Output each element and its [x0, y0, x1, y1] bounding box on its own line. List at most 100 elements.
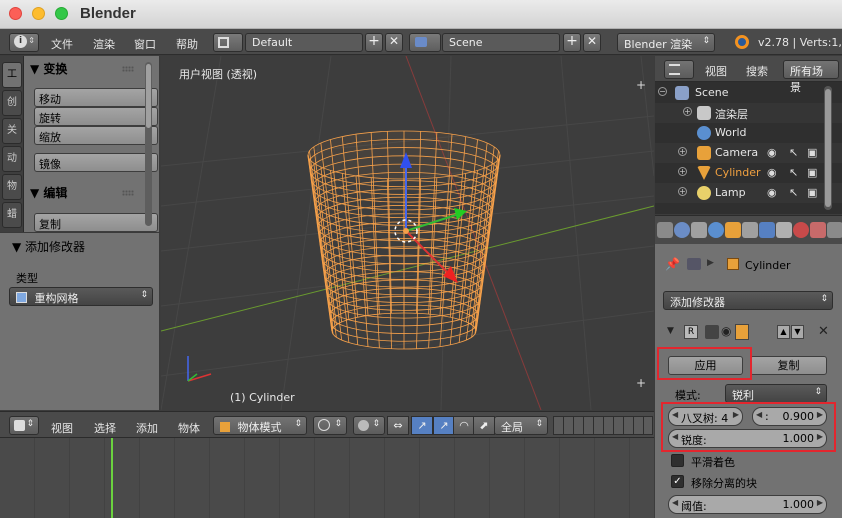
tab-animation[interactable]: 动 — [2, 146, 22, 172]
material-tab-icon[interactable] — [793, 222, 809, 238]
texture-tab-icon[interactable] — [810, 222, 826, 238]
outliner-menu-view[interactable]: 视图 — [705, 63, 727, 79]
toggle-region-plus-icon[interactable]: + — [636, 376, 646, 390]
outliner-display-dropdown[interactable]: 所有场景 — [783, 60, 839, 94]
manipulator-toggle-icon[interactable]: ⇔ — [387, 416, 409, 435]
expand-icon[interactable]: + — [683, 107, 692, 116]
move-down-icon[interactable]: ▼ — [791, 325, 804, 339]
screen-layout-field[interactable]: Default — [245, 33, 363, 52]
outliner-scrollbar-thumb[interactable] — [825, 89, 831, 207]
timeline-area[interactable] — [0, 438, 654, 518]
viewport-shading-dropdown[interactable]: ⇕ — [313, 416, 347, 435]
visibility-eye-icon[interactable]: ◉ — [767, 166, 777, 179]
outliner-row-world[interactable]: World — [655, 123, 842, 143]
copy-modifier-button[interactable]: 复制 — [750, 356, 827, 375]
tab-create[interactable]: 创 — [2, 90, 22, 116]
interaction-mode-dropdown[interactable]: 物体模式 ⇕ — [213, 416, 307, 435]
modifiers-tab-icon[interactable] — [759, 222, 775, 238]
move-button[interactable]: 移动 — [34, 88, 158, 107]
tab-tools[interactable]: 工 — [2, 62, 22, 88]
maximize-window-button[interactable] — [55, 7, 68, 20]
decrement-arrow-icon[interactable]: ◀ — [672, 498, 678, 507]
world-tab-icon[interactable] — [708, 222, 724, 238]
outliner-menu-search[interactable]: 搜索 — [746, 63, 768, 79]
menu-window[interactable]: 窗口 — [134, 36, 156, 52]
visibility-eye-icon[interactable]: ◉ — [767, 146, 777, 159]
pin-icon[interactable]: 📌 — [665, 257, 680, 271]
edit-panel-header[interactable]: ▼ 编辑 — [30, 184, 67, 201]
menu-add[interactable]: 添加 — [136, 420, 158, 436]
mode-dropdown[interactable]: 锐利 ⇕ — [725, 384, 827, 403]
operator-panel-header[interactable]: ▼ 添加修改器 — [12, 238, 85, 255]
rotate-manipulator-icon[interactable]: ◠ — [453, 416, 475, 435]
threshold-field[interactable]: ◀ 阈值: 1.000 ▶ — [668, 495, 827, 514]
menu-render[interactable]: 渲染 — [93, 36, 115, 52]
remove-modifier-icon[interactable]: ✕ — [818, 324, 829, 339]
menu-select[interactable]: 选择 — [94, 420, 116, 436]
collapse-arrow-icon[interactable]: ▼ — [667, 326, 674, 336]
scene-field[interactable]: Scene — [442, 33, 560, 52]
expand-icon[interactable]: + — [678, 187, 687, 196]
smooth-shading-checkbox[interactable] — [671, 454, 684, 467]
particles-tab-icon[interactable] — [827, 222, 842, 238]
remove-scene-icon[interactable]: ✕ — [583, 33, 601, 52]
data-tab-icon[interactable] — [776, 222, 792, 238]
render-tab-icon[interactable] — [657, 222, 673, 238]
render-layers-tab-icon[interactable] — [674, 222, 690, 238]
close-window-button[interactable] — [9, 7, 22, 20]
outliner-row-camera[interactable]: + Camera ◉ ↖ ▣ — [655, 143, 842, 163]
editor-type-button[interactable] — [664, 60, 694, 79]
panel-grip-icon[interactable] — [122, 66, 134, 72]
outliner-row-render-layers[interactable]: + 渲染层 — [655, 103, 842, 123]
menu-view[interactable]: 视图 — [51, 420, 73, 436]
menu-help[interactable]: 帮助 — [176, 36, 198, 52]
pivot-point-dropdown[interactable]: ⇕ — [353, 416, 385, 435]
toggle-region-plus-icon[interactable]: + — [636, 78, 646, 92]
constraints-tab-icon[interactable] — [742, 222, 758, 238]
selectability-cursor-icon[interactable]: ↖ — [789, 166, 798, 179]
current-frame-indicator[interactable] — [111, 438, 113, 518]
remove-disconnected-checkbox[interactable]: ✓ — [671, 475, 684, 488]
outliner-row-lamp[interactable]: + Lamp ◉ ↖ ▣ — [655, 183, 842, 203]
transform-orientation-dropdown[interactable]: 全局 ⇕ — [494, 416, 548, 435]
duplicate-button[interactable]: 复制 — [34, 213, 158, 232]
minimize-window-button[interactable] — [32, 7, 45, 20]
render-camera-icon[interactable]: ▣ — [807, 186, 817, 199]
selectability-cursor-icon[interactable]: ↖ — [789, 186, 798, 199]
manipulator-enable-icon[interactable]: ↗ — [411, 416, 433, 435]
add-scene-icon[interactable]: + — [563, 33, 581, 52]
scale-button[interactable]: 缩放 — [34, 126, 158, 145]
tab-grease-pencil[interactable]: 蜡 — [2, 202, 22, 228]
transform-panel-header[interactable]: ▼ 变换 — [30, 60, 67, 77]
selectability-cursor-icon[interactable]: ↖ — [789, 146, 798, 159]
increment-arrow-icon[interactable]: ▶ — [817, 498, 823, 507]
remove-layout-icon[interactable]: ✕ — [385, 33, 403, 52]
3d-viewport[interactable]: 用户视图 (透视) + + (1) Cylinder — [161, 56, 654, 410]
editmode-icon[interactable] — [705, 325, 719, 339]
add-modifier-dropdown[interactable]: 添加修改器 ⇕ — [663, 291, 833, 310]
scene-tab-icon[interactable] — [691, 222, 707, 238]
menu-object[interactable]: 物体 — [178, 420, 200, 436]
layer-buttons[interactable] — [553, 416, 653, 435]
collapse-icon[interactable]: − — [658, 87, 667, 96]
editor-type-button[interactable]: ⇕ — [9, 416, 39, 435]
modifier-type-dropdown[interactable]: 重构网格 ⇕ — [9, 287, 153, 306]
expand-icon[interactable]: + — [678, 167, 687, 176]
render-icon[interactable] — [735, 324, 749, 340]
visibility-eye-icon[interactable]: ◉ — [767, 186, 777, 199]
move-up-icon[interactable]: ▲ — [777, 325, 790, 339]
tab-physics[interactable]: 物 — [2, 174, 22, 200]
panel-grip-icon[interactable] — [122, 190, 134, 196]
render-camera-icon[interactable]: ▣ — [807, 166, 817, 179]
mirror-button[interactable]: 镜像 — [34, 153, 158, 172]
outliner-row-cylinder[interactable]: + Cylinder ◉ ↖ ▣ — [655, 163, 842, 183]
render-engine-dropdown[interactable]: Blender 渲染 ⇕ — [617, 33, 715, 52]
render-camera-icon[interactable]: ▣ — [807, 146, 817, 159]
scene-selector-button[interactable] — [409, 33, 441, 52]
add-layout-icon[interactable]: + — [365, 33, 383, 52]
outliner-row-scene[interactable]: − Scene — [655, 83, 842, 103]
menu-file[interactable]: 文件 — [51, 36, 73, 52]
visibility-eye-icon[interactable]: ◉ — [721, 324, 731, 338]
rotate-button[interactable]: 旋转 — [34, 107, 158, 126]
tab-relations[interactable]: 关 — [2, 118, 22, 144]
